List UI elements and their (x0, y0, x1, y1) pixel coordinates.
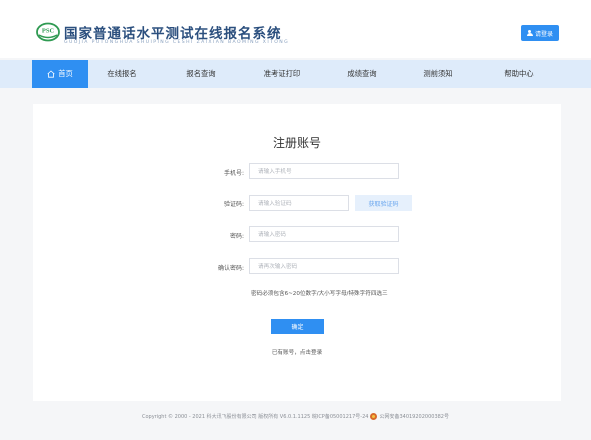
login-button[interactable]: 请登录 (521, 25, 559, 41)
footer: Copyright © 2000 - 2021 科大讯飞股份有限公司 版权所有 … (0, 409, 591, 423)
nav-item-label: 测前须知 (423, 69, 453, 78)
nav-item-label: 帮助中心 (504, 69, 534, 78)
psc-logo-icon: PSC (36, 22, 60, 42)
has-account-text: 已有账号， (271, 350, 300, 356)
nav-item-label: 在线报名 (107, 69, 137, 78)
confirm-password-label: 确认密码: (217, 265, 244, 272)
nav-item-score-query[interactable]: 成绩查询 (327, 60, 397, 88)
nav-item-pretest-notice[interactable]: 测前须知 (403, 60, 473, 88)
login-link[interactable]: 点击登录 (300, 350, 322, 356)
police-badge-icon (370, 412, 378, 420)
nav-item-help-center[interactable]: 帮助中心 (484, 60, 554, 88)
login-button-label: 请登录 (534, 30, 553, 38)
get-code-button[interactable]: 获取验证码 (355, 195, 412, 211)
nav-item-label: 准考证打印 (263, 69, 301, 78)
site-subtitle: GUOJIA PUTONGHUA SHUIPING CESHI ZAIXIAN … (64, 40, 290, 45)
password-hint: 密码必须包含6~20位数字/大小写字母/特殊字符四选三 (251, 291, 388, 297)
site-title: 国家普通话水平测试在线报名系统 (64, 26, 282, 42)
code-input[interactable]: 请输入验证码 (249, 195, 349, 211)
phone-input[interactable]: 请输入手机号 (249, 163, 399, 179)
register-card: 注册账号 手机号: 请输入手机号 验证码: 请输入验证码 获取验证码 密码: 请… (33, 104, 561, 401)
submit-button[interactable]: 确定 (271, 319, 324, 334)
header: PSC 国家普通话水平测试在线报名系统 GUOJIA PUTONGHUA SHU… (0, 0, 591, 58)
police-record-link[interactable]: 公网安备34019202000382号 (379, 413, 449, 420)
nav-item-ticket-print[interactable]: 准考证打印 (247, 60, 317, 88)
copyright-text: Copyright © 2000 - 2021 科大讯飞股份有限公司 版权所有 … (141, 413, 369, 420)
code-label: 验证码: (223, 201, 244, 208)
nav-item-online-register[interactable]: 在线报名 (92, 60, 152, 88)
home-icon (47, 70, 55, 78)
has-account-row: 已有账号，点击登录 (33, 348, 561, 356)
password-label: 密码: (229, 233, 244, 240)
logo-mark-text: PSC (42, 28, 55, 35)
page-title: 注册账号 (272, 136, 321, 150)
confirm-password-input[interactable]: 请再次输入密码 (249, 258, 399, 274)
nav-item-label: 报名查询 (186, 69, 216, 78)
nav-item-register-query[interactable]: 报名查询 (166, 60, 236, 88)
password-input[interactable]: 请输入密码 (249, 226, 399, 242)
nav-item-label: 成绩查询 (347, 69, 377, 78)
main-nav: 首页 在线报名 报名查询 准考证打印 成绩查询 测前须知 帮助中心 (0, 60, 591, 88)
phone-label: 手机号: (223, 170, 244, 177)
nav-item-label: 首页 (58, 69, 73, 78)
user-icon (526, 29, 533, 37)
nav-item-home[interactable]: 首页 (32, 60, 88, 88)
